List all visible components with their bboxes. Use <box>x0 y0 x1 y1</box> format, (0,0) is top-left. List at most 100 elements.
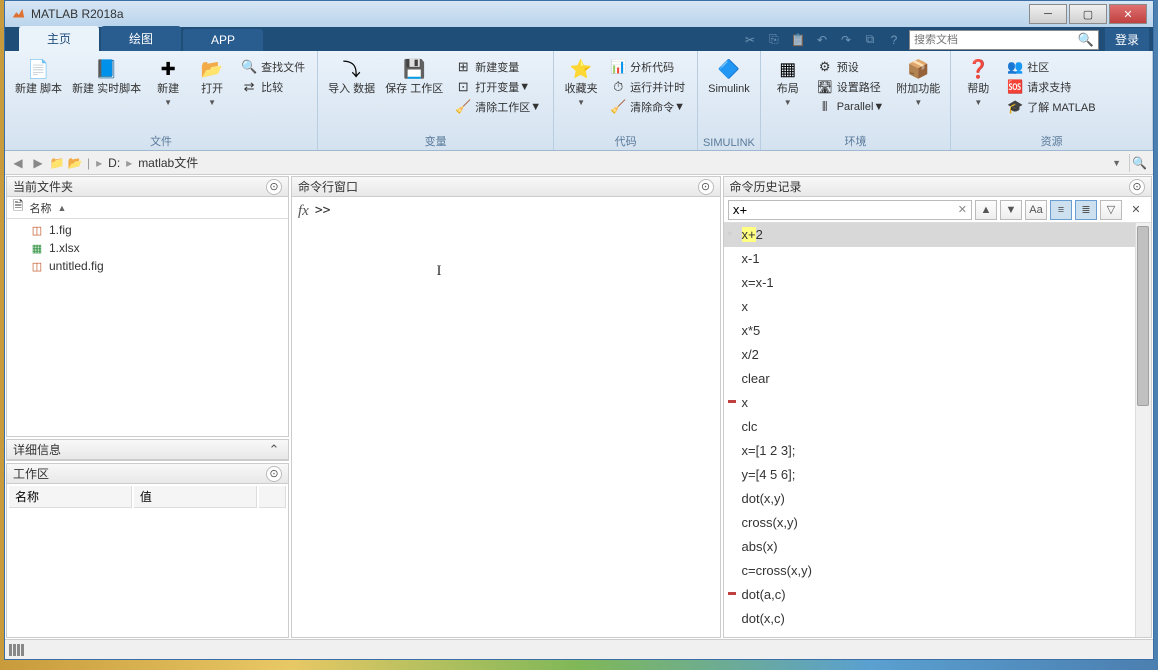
panel-actions-button[interactable]: ⊙ <box>1129 179 1145 195</box>
help-icon[interactable]: ? <box>885 31 903 49</box>
tab-plots[interactable]: 绘图 <box>101 26 181 51</box>
scrollbar-thumb[interactable] <box>1137 226 1149 406</box>
history-item[interactable]: clear <box>724 367 1152 391</box>
panel-actions-button[interactable]: ⊙ <box>266 179 282 195</box>
history-item[interactable]: dot(x,c) <box>724 607 1152 631</box>
save-workspace-button[interactable]: 💾保存 工作区 <box>381 55 447 98</box>
align-left-button[interactable]: ≡ <box>1050 200 1072 220</box>
history-item[interactable]: abs(x) <box>724 535 1152 559</box>
layout-button[interactable]: ▦布局▼ <box>767 55 809 111</box>
tab-apps[interactable]: APP <box>183 29 263 51</box>
set-path-button[interactable]: 🛣设置路径 <box>813 77 889 97</box>
history-item[interactable]: cross(x,y) <box>724 511 1152 535</box>
filter-button[interactable]: ▽ <box>1100 200 1122 220</box>
history-item[interactable]: x+2 <box>724 223 1152 247</box>
import-data-button[interactable]: ⤵导入 数据 <box>324 55 379 98</box>
command-window-body[interactable]: fx >> I <box>292 197 720 637</box>
addons-button[interactable]: 📦附加功能▼ <box>892 55 944 111</box>
history-item[interactable]: x <box>724 295 1152 319</box>
compare-button[interactable]: ⇄比较 <box>237 77 309 97</box>
cut-icon[interactable]: ✂ <box>741 31 759 49</box>
search-doc-input[interactable] <box>914 34 1078 46</box>
close-button[interactable]: ✕ <box>1109 4 1147 24</box>
run-and-time-button[interactable]: ⏱运行并计时 <box>606 77 689 97</box>
login-button[interactable]: 登录 <box>1105 28 1149 51</box>
history-search-input[interactable] <box>733 203 958 217</box>
history-prev-button[interactable]: ▲ <box>975 200 997 220</box>
file-item[interactable]: ◫1.fig <box>7 221 288 239</box>
history-item[interactable]: x <box>724 391 1152 415</box>
history-item[interactable]: x-1 <box>724 247 1152 271</box>
history-next-button[interactable]: ▼ <box>1000 200 1022 220</box>
path-search-button[interactable]: 🔍 <box>1129 154 1149 172</box>
open-variable-button[interactable]: ⊡打开变量 ▼ <box>451 77 545 97</box>
redo-icon[interactable]: ↷ <box>837 31 855 49</box>
copy-icon[interactable]: ⎘ <box>765 31 783 49</box>
details-collapse-button[interactable]: ⌃ <box>266 442 282 458</box>
open-button[interactable]: 📂打开▼ <box>191 55 233 111</box>
history-search-box[interactable]: ✕ <box>728 200 973 220</box>
community-button[interactable]: 👥社区 <box>1003 57 1099 77</box>
simulink-button[interactable]: 🔷Simulink <box>704 55 754 98</box>
minimize-button[interactable]: ─ <box>1029 4 1067 24</box>
preferences-button[interactable]: ⚙预设 <box>813 57 889 77</box>
align-match-button[interactable]: ≣ <box>1075 200 1097 220</box>
learn-matlab-button[interactable]: 🎓了解 MATLAB <box>1003 97 1099 117</box>
new-variable-button[interactable]: ⊞新建变量 <box>451 57 545 77</box>
history-item[interactable]: c=cross(x,y) <box>724 559 1152 583</box>
path-dropdown-button[interactable]: ▼ <box>1110 158 1127 168</box>
open-icon: 📂 <box>200 57 224 81</box>
panel-actions-button[interactable]: ⊙ <box>698 179 714 195</box>
up-folder-button[interactable]: 📂 <box>67 155 83 171</box>
history-item[interactable]: x=x-1 <box>724 271 1152 295</box>
file-item[interactable]: ◫untitled.fig <box>7 257 288 275</box>
ws-col-name[interactable]: 名称 <box>9 486 132 508</box>
search-icon[interactable]: 🔍 <box>1078 32 1094 48</box>
fx-icon[interactable]: fx <box>298 203 309 631</box>
history-item[interactable]: x*5 <box>724 319 1152 343</box>
panel-actions-button[interactable]: ⊙ <box>266 466 282 482</box>
tab-home[interactable]: 主页 <box>19 26 99 51</box>
history-item[interactable]: x=[1 2 3]; <box>724 631 1152 637</box>
new-button[interactable]: ✚新建▼ <box>147 55 189 111</box>
clear-search-button[interactable]: ✕ <box>958 203 967 216</box>
path-chevron-icon: ▸ <box>94 156 104 170</box>
analyze-code-button[interactable]: 📊分析代码 <box>606 57 689 77</box>
column-name[interactable]: 名称 <box>29 200 51 216</box>
history-scrollbar[interactable] <box>1135 223 1151 637</box>
favorites-button[interactable]: ⭐收藏夹▼ <box>560 55 602 111</box>
find-files-button[interactable]: 🔍查找文件 <box>237 57 309 77</box>
history-item[interactable]: x/2 <box>724 343 1152 367</box>
history-item[interactable]: x=[1 2 3]; <box>724 439 1152 463</box>
maximize-button[interactable]: ▢ <box>1069 4 1107 24</box>
clear-commands-button[interactable]: 🧹清除命令 ▼ <box>606 97 689 117</box>
nav-back-button[interactable]: ◀ <box>9 154 27 172</box>
parallel-button[interactable]: ⦀Parallel ▼ <box>813 97 889 117</box>
history-item[interactable]: dot(a,c) <box>724 583 1152 607</box>
history-item[interactable]: dot(x,y) <box>724 487 1152 511</box>
request-support-button[interactable]: 🆘请求支持 <box>1003 77 1099 97</box>
new-script-button[interactable]: 📄新建 脚本 <box>11 55 66 98</box>
details-title: 详细信息 <box>13 441 266 458</box>
clear-workspace-button[interactable]: 🧹清除工作区 ▼ <box>451 97 545 117</box>
match-case-button[interactable]: Aa <box>1025 200 1047 220</box>
search-doc-box[interactable]: 🔍 <box>909 30 1099 50</box>
close-search-button[interactable]: ✕ <box>1125 200 1147 220</box>
nav-forward-button[interactable]: ▶ <box>29 154 47 172</box>
browse-folder-button[interactable]: 📁 <box>49 155 65 171</box>
current-folder-title: 当前文件夹 <box>13 178 266 195</box>
undo-icon[interactable]: ↶ <box>813 31 831 49</box>
paste-icon[interactable]: 📋 <box>789 31 807 49</box>
file-item[interactable]: ▦1.xlsx <box>7 239 288 257</box>
new-live-script-button[interactable]: 📘新建 实时脚本 <box>68 55 145 98</box>
path-drive[interactable]: D: <box>106 156 122 170</box>
history-item[interactable]: clc <box>724 415 1152 439</box>
switch-windows-icon[interactable]: ⧉ <box>861 31 879 49</box>
command-window-title: 命令行窗口 <box>298 178 698 195</box>
history-item[interactable]: y=[4 5 6]; <box>724 463 1152 487</box>
command-prompt: >> <box>315 203 331 631</box>
ws-col-value[interactable]: 值 <box>134 486 257 508</box>
help-button[interactable]: ❓帮助▼ <box>957 55 999 111</box>
open-var-icon: ⊡ <box>455 79 471 95</box>
path-folder[interactable]: matlab文件 <box>136 154 200 171</box>
